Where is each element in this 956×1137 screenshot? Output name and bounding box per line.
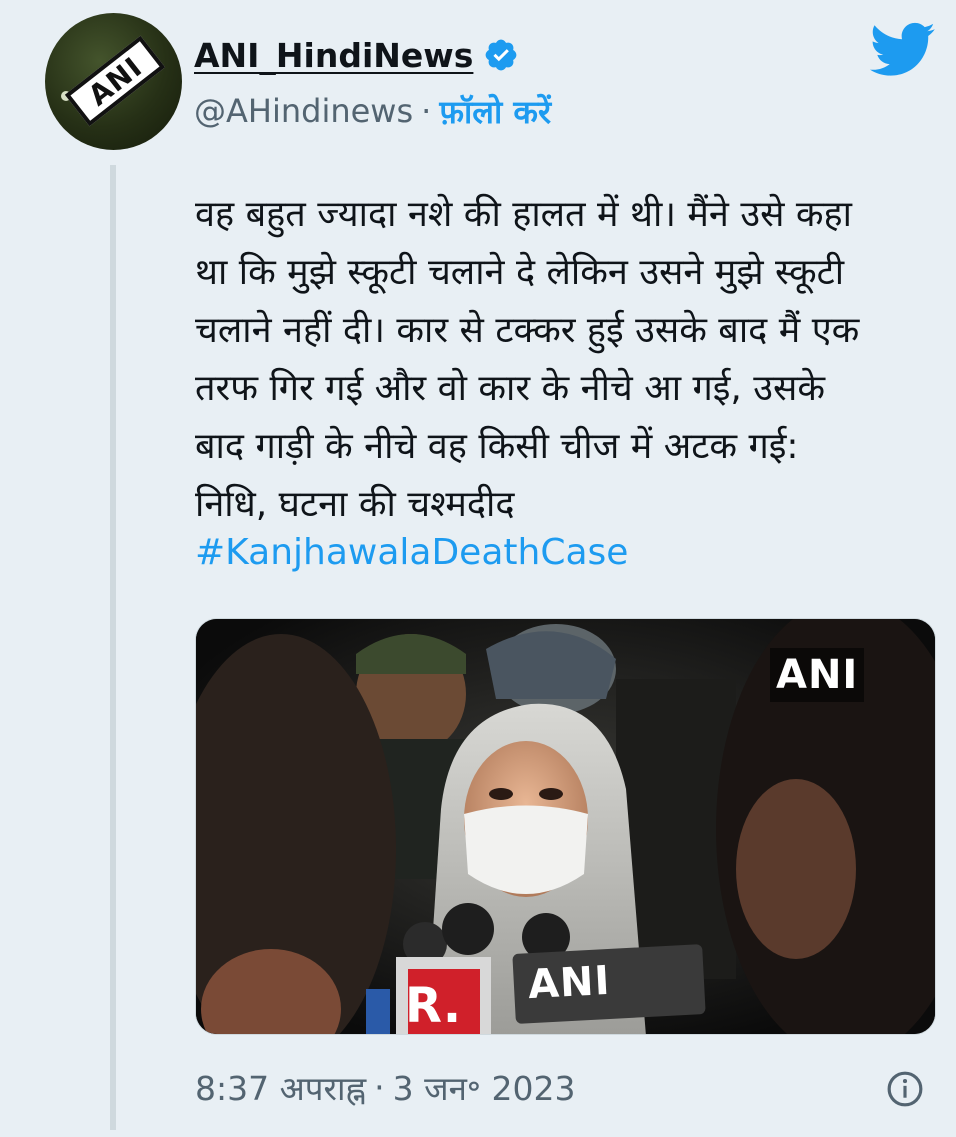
author-handle-row: @AHindinews · फ़ॉलो करें [194, 86, 551, 136]
tweet-time: 8:37 अपराह्न [195, 1068, 367, 1108]
hashtag-link[interactable]: #KanjhawalaDeathCase [195, 528, 628, 578]
timestamp-separator: · [374, 1067, 385, 1107]
author-handle[interactable]: @AHindinews [194, 92, 413, 130]
tweet-date: 3 जन॰ 2023 [392, 1068, 576, 1108]
follow-button[interactable]: फ़ॉलो करें [439, 90, 551, 133]
tweet-text: वह बहुत ज्यादा नशे की हालत में थी। मैंने… [195, 194, 860, 525]
author-name-row: ANI_HindiNews [194, 30, 519, 80]
verified-badge-icon [486, 39, 517, 71]
handle-separator: · [421, 92, 432, 130]
mic-label-r: R. [405, 978, 462, 1034]
mic-label-ani: ANI [526, 957, 612, 1009]
thread-line [110, 165, 116, 1130]
author-avatar[interactable]: ANI [45, 13, 182, 150]
twitter-bird-icon[interactable] [870, 22, 936, 78]
media-watermark: ANI [770, 648, 865, 702]
author-display-name[interactable]: ANI_HindiNews [194, 36, 473, 75]
tweet-timestamp[interactable]: 8:37 अपराह्न · 3 जन॰ 2023 [195, 1062, 575, 1112]
tweet-card: ANI ANI_HindiNews @AHindinews · फ़ॉलो कर… [0, 0, 956, 1137]
info-icon[interactable] [886, 1070, 924, 1108]
ani-logo: ANI [64, 35, 166, 127]
